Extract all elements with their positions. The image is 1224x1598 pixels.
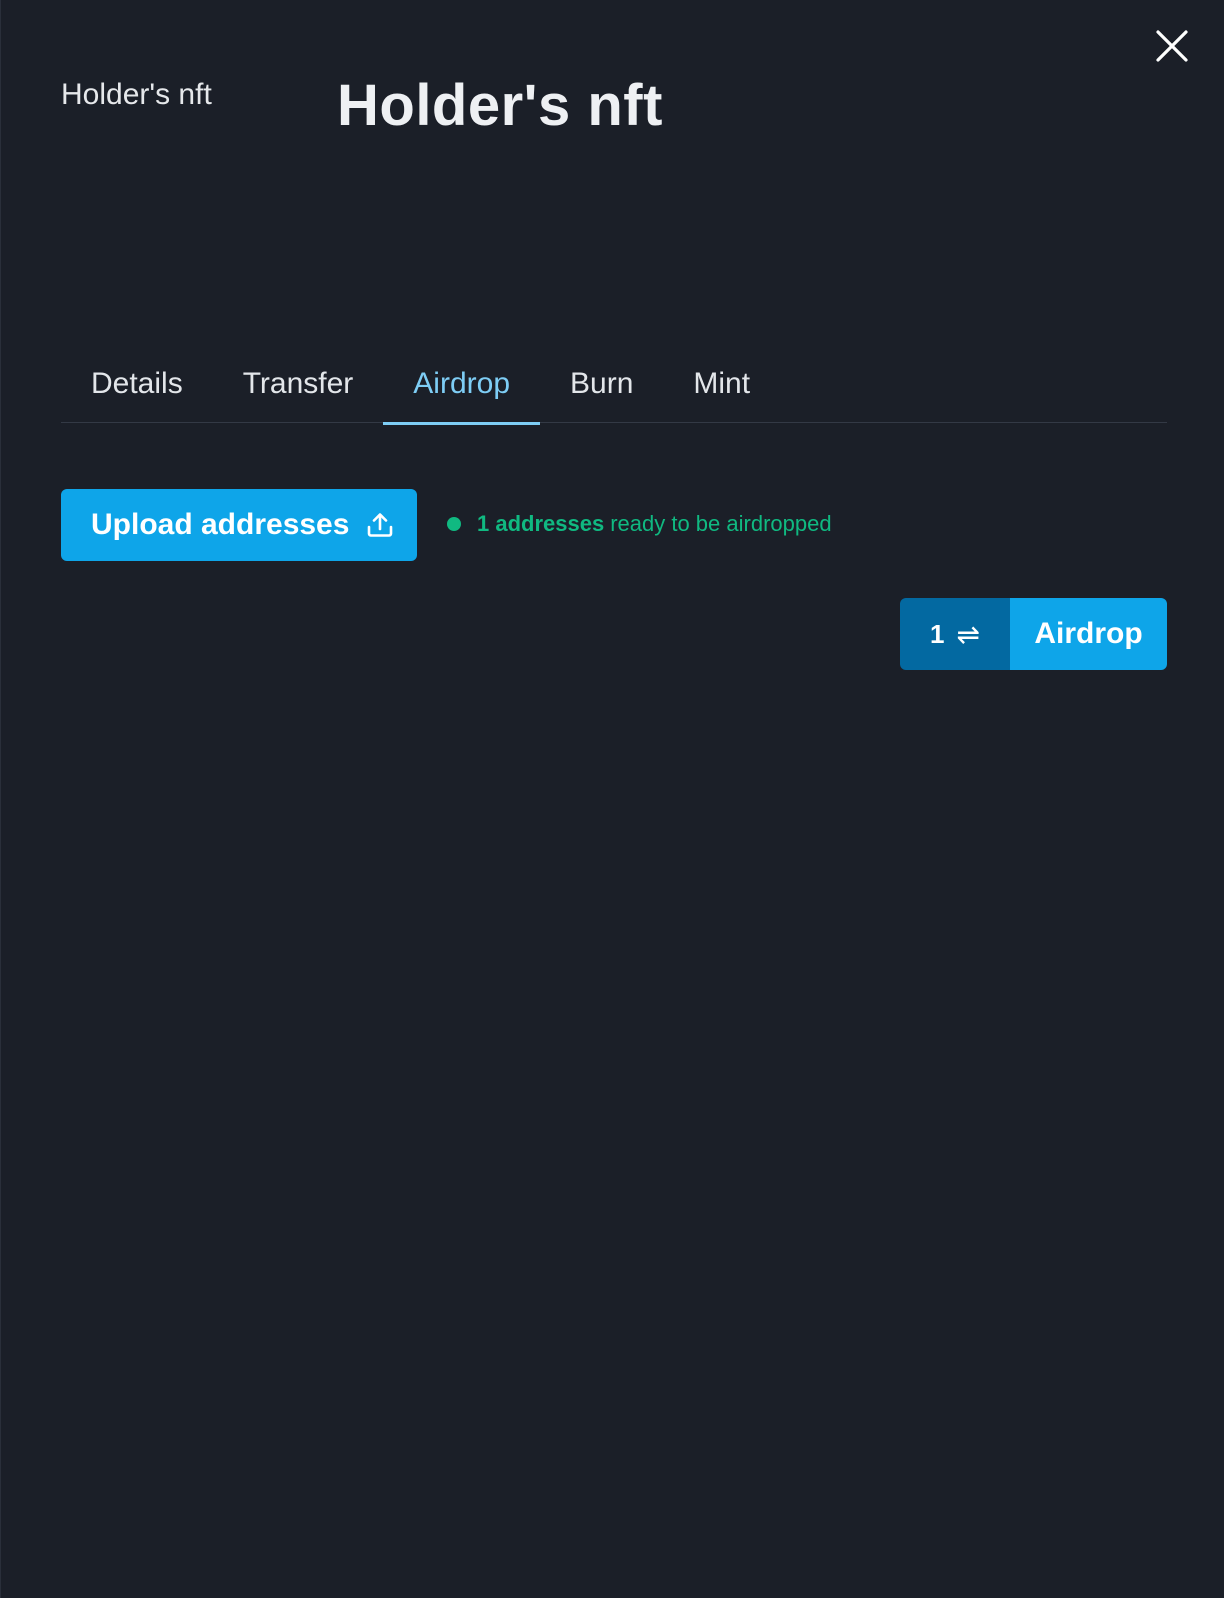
tab-bar: Details Transfer Airdrop Burn Mint (61, 358, 1167, 425)
tab-details[interactable]: Details (61, 358, 213, 423)
page-title: Holder's nft (337, 73, 663, 138)
upload-icon (366, 511, 394, 539)
airdrop-quantity-button[interactable]: 1 ⇌ (900, 598, 1010, 670)
nft-name-label: Holder's nft (61, 78, 212, 111)
tab-mint[interactable]: Mint (663, 358, 780, 423)
status-dot-icon (447, 517, 461, 531)
swap-icon: ⇌ (956, 618, 980, 650)
tab-airdrop[interactable]: Airdrop (383, 358, 540, 425)
tab-burn[interactable]: Burn (540, 358, 663, 423)
airdrop-quantity: 1 (930, 618, 945, 649)
airdrop-button[interactable]: Airdrop (1010, 598, 1167, 670)
status-count: 1 addresses (477, 511, 605, 536)
tab-transfer[interactable]: Transfer (213, 358, 384, 423)
close-button[interactable] (1152, 26, 1192, 66)
nft-modal: Holder's nft Holder's nft Details Transf… (0, 0, 1224, 1598)
close-icon (1156, 30, 1188, 62)
airdrop-action-group: 1 ⇌ Airdrop (900, 598, 1167, 670)
status-text: ready to be airdropped (610, 511, 832, 536)
upload-addresses-label: Upload addresses (91, 508, 350, 541)
airdrop-status: 1 addresses ready to be airdropped (447, 511, 832, 537)
upload-addresses-button[interactable]: Upload addresses (61, 489, 417, 561)
